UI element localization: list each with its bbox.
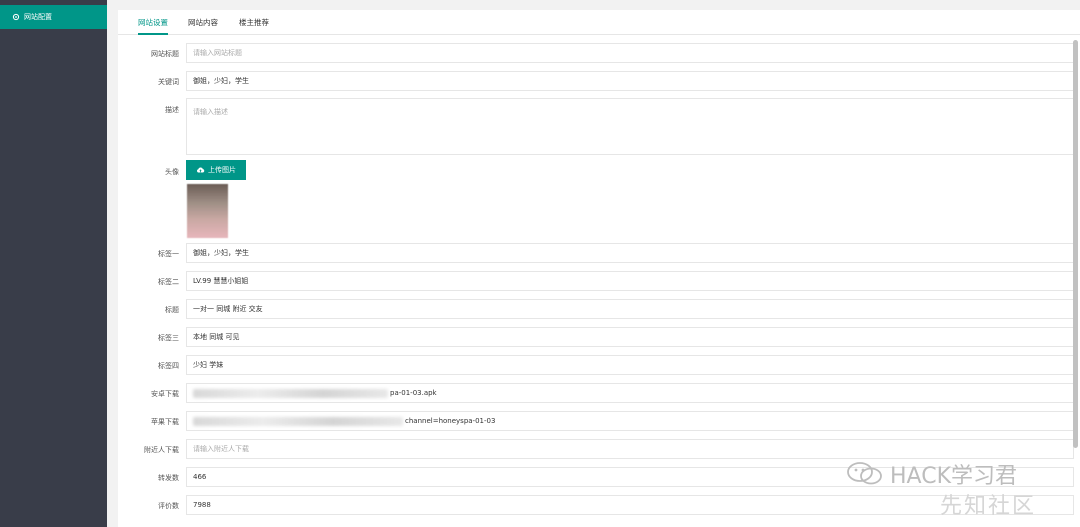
nearby-download-input[interactable]: 请输入附近人下载 — [186, 439, 1074, 459]
gear-icon — [12, 13, 20, 21]
tag3-label: 标签三 — [158, 334, 179, 342]
sidebar-item-label: 网站配置 — [24, 13, 52, 21]
tag1-input[interactable]: 御姐，少妇，学生 — [186, 243, 1074, 263]
sidebar-item-site-config[interactable]: 网站配置 — [0, 5, 107, 29]
tab-featured[interactable]: 楼主推荐 — [239, 10, 269, 35]
title-label: 标题 — [165, 306, 179, 314]
title-input[interactable]: 一对一 同城 附近 交友 — [186, 299, 1074, 319]
keywords-label: 关键词 — [158, 78, 179, 86]
tab-site-settings[interactable]: 网站设置 — [138, 10, 168, 35]
cloud-upload-icon — [196, 167, 205, 173]
reviews-label: 评价数 — [158, 502, 179, 510]
apple-download-input[interactable]: channel=honeyspa-01-03 — [186, 411, 1074, 431]
watermark-text: HACK学习君 — [890, 464, 1017, 489]
description-label: 描述 — [165, 106, 179, 114]
nearby-download-label: 附近人下载 — [144, 446, 179, 454]
keywords-input[interactable]: 御姐，少妇，学生 — [186, 71, 1074, 91]
upload-image-button[interactable]: 上传图片 — [186, 160, 246, 180]
redacted-text — [193, 416, 403, 426]
sidebar: 网站配置 — [0, 0, 107, 527]
apple-download-label: 苹果下载 — [151, 418, 179, 426]
watermark-subtext: 先知社区 — [940, 494, 1037, 519]
watermark: HACK学习君 — [846, 458, 1017, 490]
shares-label: 转发数 — [158, 474, 179, 482]
tab-bar: 网站设置 网站内容 楼主推荐 — [118, 10, 1080, 35]
site-title-input[interactable]: 请输入网站标题 — [186, 43, 1074, 63]
apple-download-value: channel=honeyspa-01-03 — [405, 417, 496, 425]
android-download-label: 安卓下载 — [151, 390, 179, 398]
redacted-text — [193, 388, 388, 398]
scrollbar[interactable] — [1073, 40, 1078, 448]
wechat-icon — [847, 462, 882, 485]
tab-site-content[interactable]: 网站内容 — [188, 10, 218, 35]
android-download-value: pa-01-03.apk — [390, 389, 437, 397]
avatar-image — [187, 184, 228, 238]
main-panel: 网站设置 网站内容 楼主推荐 网站标题 请输入网站标题 关键词 御姐，少妇，学生… — [118, 10, 1080, 527]
avatar-label: 头像 — [165, 168, 179, 176]
site-title-label: 网站标题 — [151, 50, 179, 58]
tag4-label: 标签四 — [158, 362, 179, 370]
tag3-input[interactable]: 本地 同城 可见 — [186, 327, 1074, 347]
description-textarea[interactable]: 请输入描述 — [186, 98, 1074, 155]
upload-button-label: 上传图片 — [208, 166, 236, 174]
tag2-label: 标签二 — [158, 278, 179, 286]
tag2-input[interactable]: LV.99 慧慧小姐姐 — [186, 271, 1074, 291]
tag1-label: 标签一 — [158, 250, 179, 258]
tag4-input[interactable]: 少妇 学妹 — [186, 355, 1074, 375]
android-download-input[interactable]: pa-01-03.apk — [186, 383, 1074, 403]
